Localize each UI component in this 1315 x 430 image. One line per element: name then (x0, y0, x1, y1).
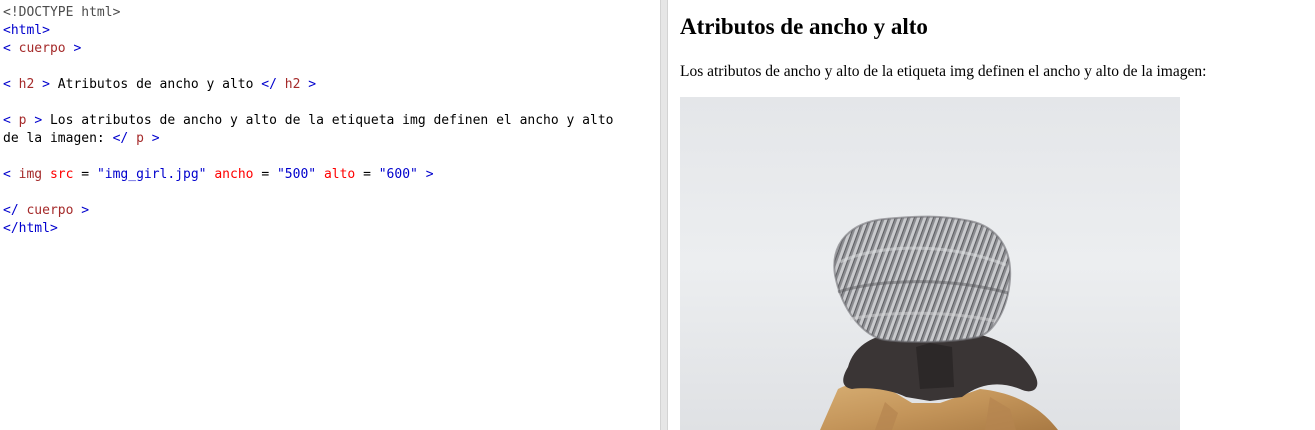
attribute-name: ancho (214, 167, 254, 182)
tag-bracket: </ (3, 203, 19, 218)
tryit-editor-window: <!DOCTYPE html> <html> < cuerpo > < h2 > A… (0, 0, 1315, 430)
code-editor-pane[interactable]: <!DOCTYPE html> <html> < cuerpo > < h2 > A… (0, 0, 660, 430)
code-line-7: < p > Los atributos de ancho y alto de l… (3, 112, 614, 130)
code-line-10: < img src = "img_girl.jpg" ancho = "500"… (3, 166, 614, 184)
code-text[interactable]: <!DOCTYPE html> <html> < cuerpo > < h2 > A… (3, 4, 614, 238)
html-open-token: <html> (3, 23, 50, 38)
paragraph-source-text: Los atributos de ancho y alto de la etiq… (49, 113, 614, 128)
tag-bracket: </ (261, 77, 277, 92)
tag-name: h2 (284, 77, 301, 92)
tag-bracket: < (3, 77, 11, 92)
code-line-5: < h2 > Atributos de ancho y alto </ h2 > (3, 76, 614, 94)
beanie-shape (834, 216, 1011, 342)
tag-bracket: < (3, 167, 11, 182)
code-line-8: de la imagen: </ p > (3, 130, 614, 148)
tag-bracket: < (3, 113, 11, 128)
result-paragraph: Los atributos de ancho y alto de la etiq… (680, 63, 1207, 80)
paragraph-source-text-continued: de la imagen: (3, 131, 105, 146)
tag-name: p (18, 113, 27, 128)
code-line-2: <html> (3, 22, 614, 40)
tag-name: cuerpo (18, 41, 66, 56)
tag-name: p (136, 131, 144, 146)
tag-bracket: > (34, 113, 43, 128)
tag-name: h2 (18, 77, 35, 92)
heading-source-text: Atributos de ancho y alto (57, 77, 254, 92)
tag-name: cuerpo (26, 203, 74, 218)
girl-photo-image (680, 97, 1180, 430)
photo-illustration (680, 97, 1180, 430)
code-line-3: < cuerpo > (3, 40, 614, 58)
tag-bracket: </ (112, 131, 129, 146)
tag-bracket: > (73, 41, 82, 56)
pane-splitter-handle[interactable] (660, 0, 668, 430)
code-line-13: </html> (3, 220, 614, 238)
doctype-token: <!DOCTYPE html> (3, 5, 121, 20)
attribute-name: src (49, 167, 74, 182)
tag-bracket: > (308, 77, 317, 92)
attribute-value: "600" (378, 167, 418, 182)
result-preview-pane: Atributos de ancho y alto Los atributos … (668, 0, 1315, 430)
tag-bracket: > (42, 77, 50, 92)
html-close-token: </html> (3, 221, 58, 236)
equals-sign: = (81, 167, 90, 182)
result-heading: Atributos de ancho y alto (680, 14, 928, 39)
tag-bracket: < (3, 41, 11, 56)
tag-name: img (18, 167, 43, 182)
attribute-value: "img_girl.jpg" (96, 167, 207, 182)
tag-bracket: > (81, 203, 90, 218)
attribute-name: alto (323, 167, 356, 182)
equals-sign: = (363, 167, 371, 182)
code-line-1: <!DOCTYPE html> (3, 4, 614, 22)
tag-bracket: > (151, 131, 160, 146)
tag-bracket: > (425, 167, 434, 182)
equals-sign: = (261, 167, 270, 182)
attribute-value: "500" (276, 167, 317, 182)
code-line-12: </ cuerpo > (3, 202, 614, 220)
